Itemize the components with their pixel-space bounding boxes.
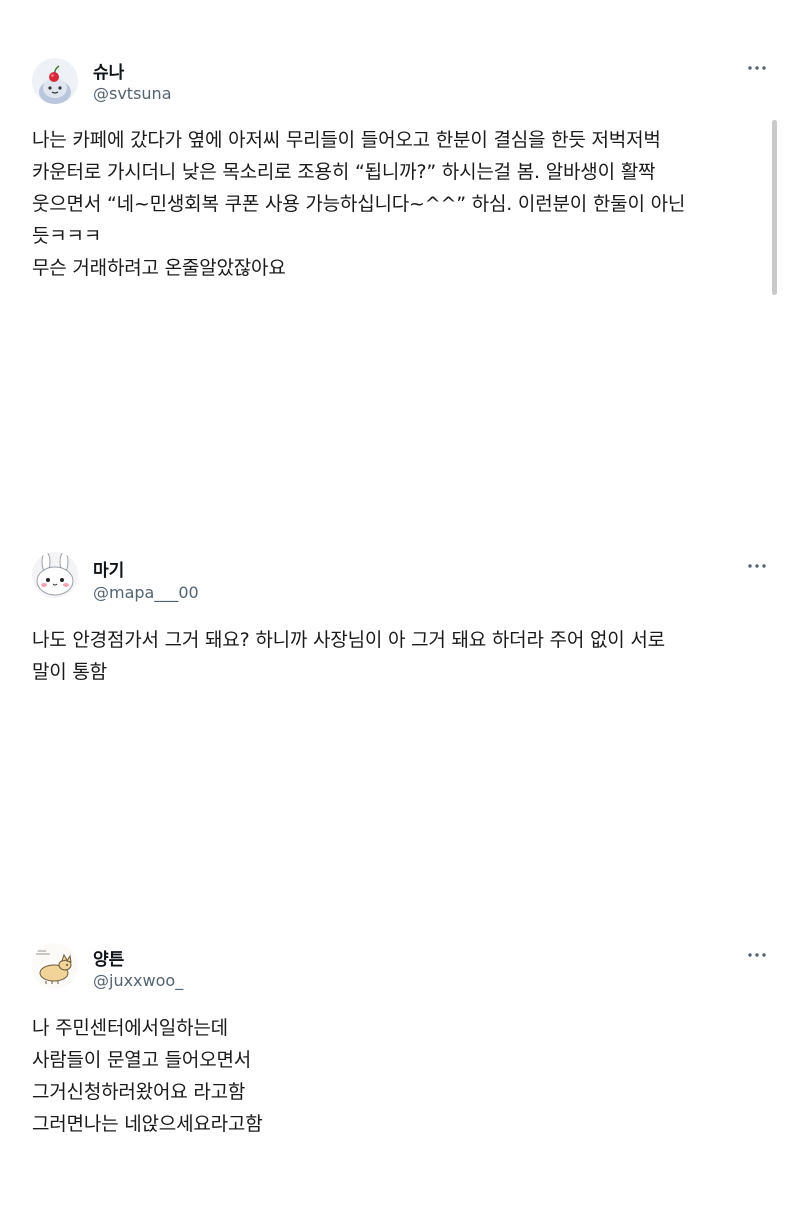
display-name[interactable]: 마기 [93, 556, 124, 581]
scrollbar[interactable] [772, 120, 777, 295]
more-horizontal-icon[interactable] [745, 556, 769, 576]
more-horizontal-icon[interactable] [745, 58, 769, 78]
user-handle[interactable]: @mapa___00 [93, 583, 199, 602]
cherry-character-avatar-icon[interactable] [32, 58, 78, 104]
display-name[interactable]: 양튼 [93, 945, 124, 970]
tweet-text-line: 나는 카페에 갔다가 옆에 아저씨 무리들이 들어오고 한분이 결심을 한듯 저… [32, 129, 661, 151]
tweet-text-line: 사람들이 문열고 들어오면서 [32, 1049, 252, 1071]
tweet-text-line: 웃으면서 “네~민생회복 쿠폰 사용 가능하십니다~^^” 하심. 이런분이 한… [32, 193, 686, 215]
user-handle[interactable]: @svtsuna [93, 84, 172, 103]
white-bunny-avatar-icon[interactable] [32, 552, 78, 598]
tweet-text-line: 듯ㅋㅋㅋ [32, 225, 102, 247]
more-horizontal-icon[interactable] [745, 945, 769, 965]
tweet-text-line: 그러면나는 네앉으세요라고함 [32, 1113, 263, 1135]
tweet-text-line: 나 주민센터에서일하는데 [32, 1017, 228, 1039]
tweet-text-line: 나도 안경점가서 그거 돼요? 하니까 사장님이 아 그거 돼요 하더라 주어 … [32, 629, 665, 651]
display-name[interactable]: 슈나 [93, 58, 124, 83]
corgi-sketch-avatar-icon[interactable] [32, 943, 78, 989]
tweet-text-line: 무슨 거래하려고 온줄알았잖아요 [32, 257, 286, 279]
tweet-text-line: 말이 통함 [32, 661, 107, 683]
tweet-text-line: 카운터로 가시더니 낮은 목소리로 조용히 “됩니까?” 하시는걸 봄. 알바생… [32, 161, 656, 183]
tweet-text-line: 그거신청하러왔어요 라고함 [32, 1081, 246, 1103]
user-handle[interactable]: @juxxwoo_ [93, 971, 183, 990]
